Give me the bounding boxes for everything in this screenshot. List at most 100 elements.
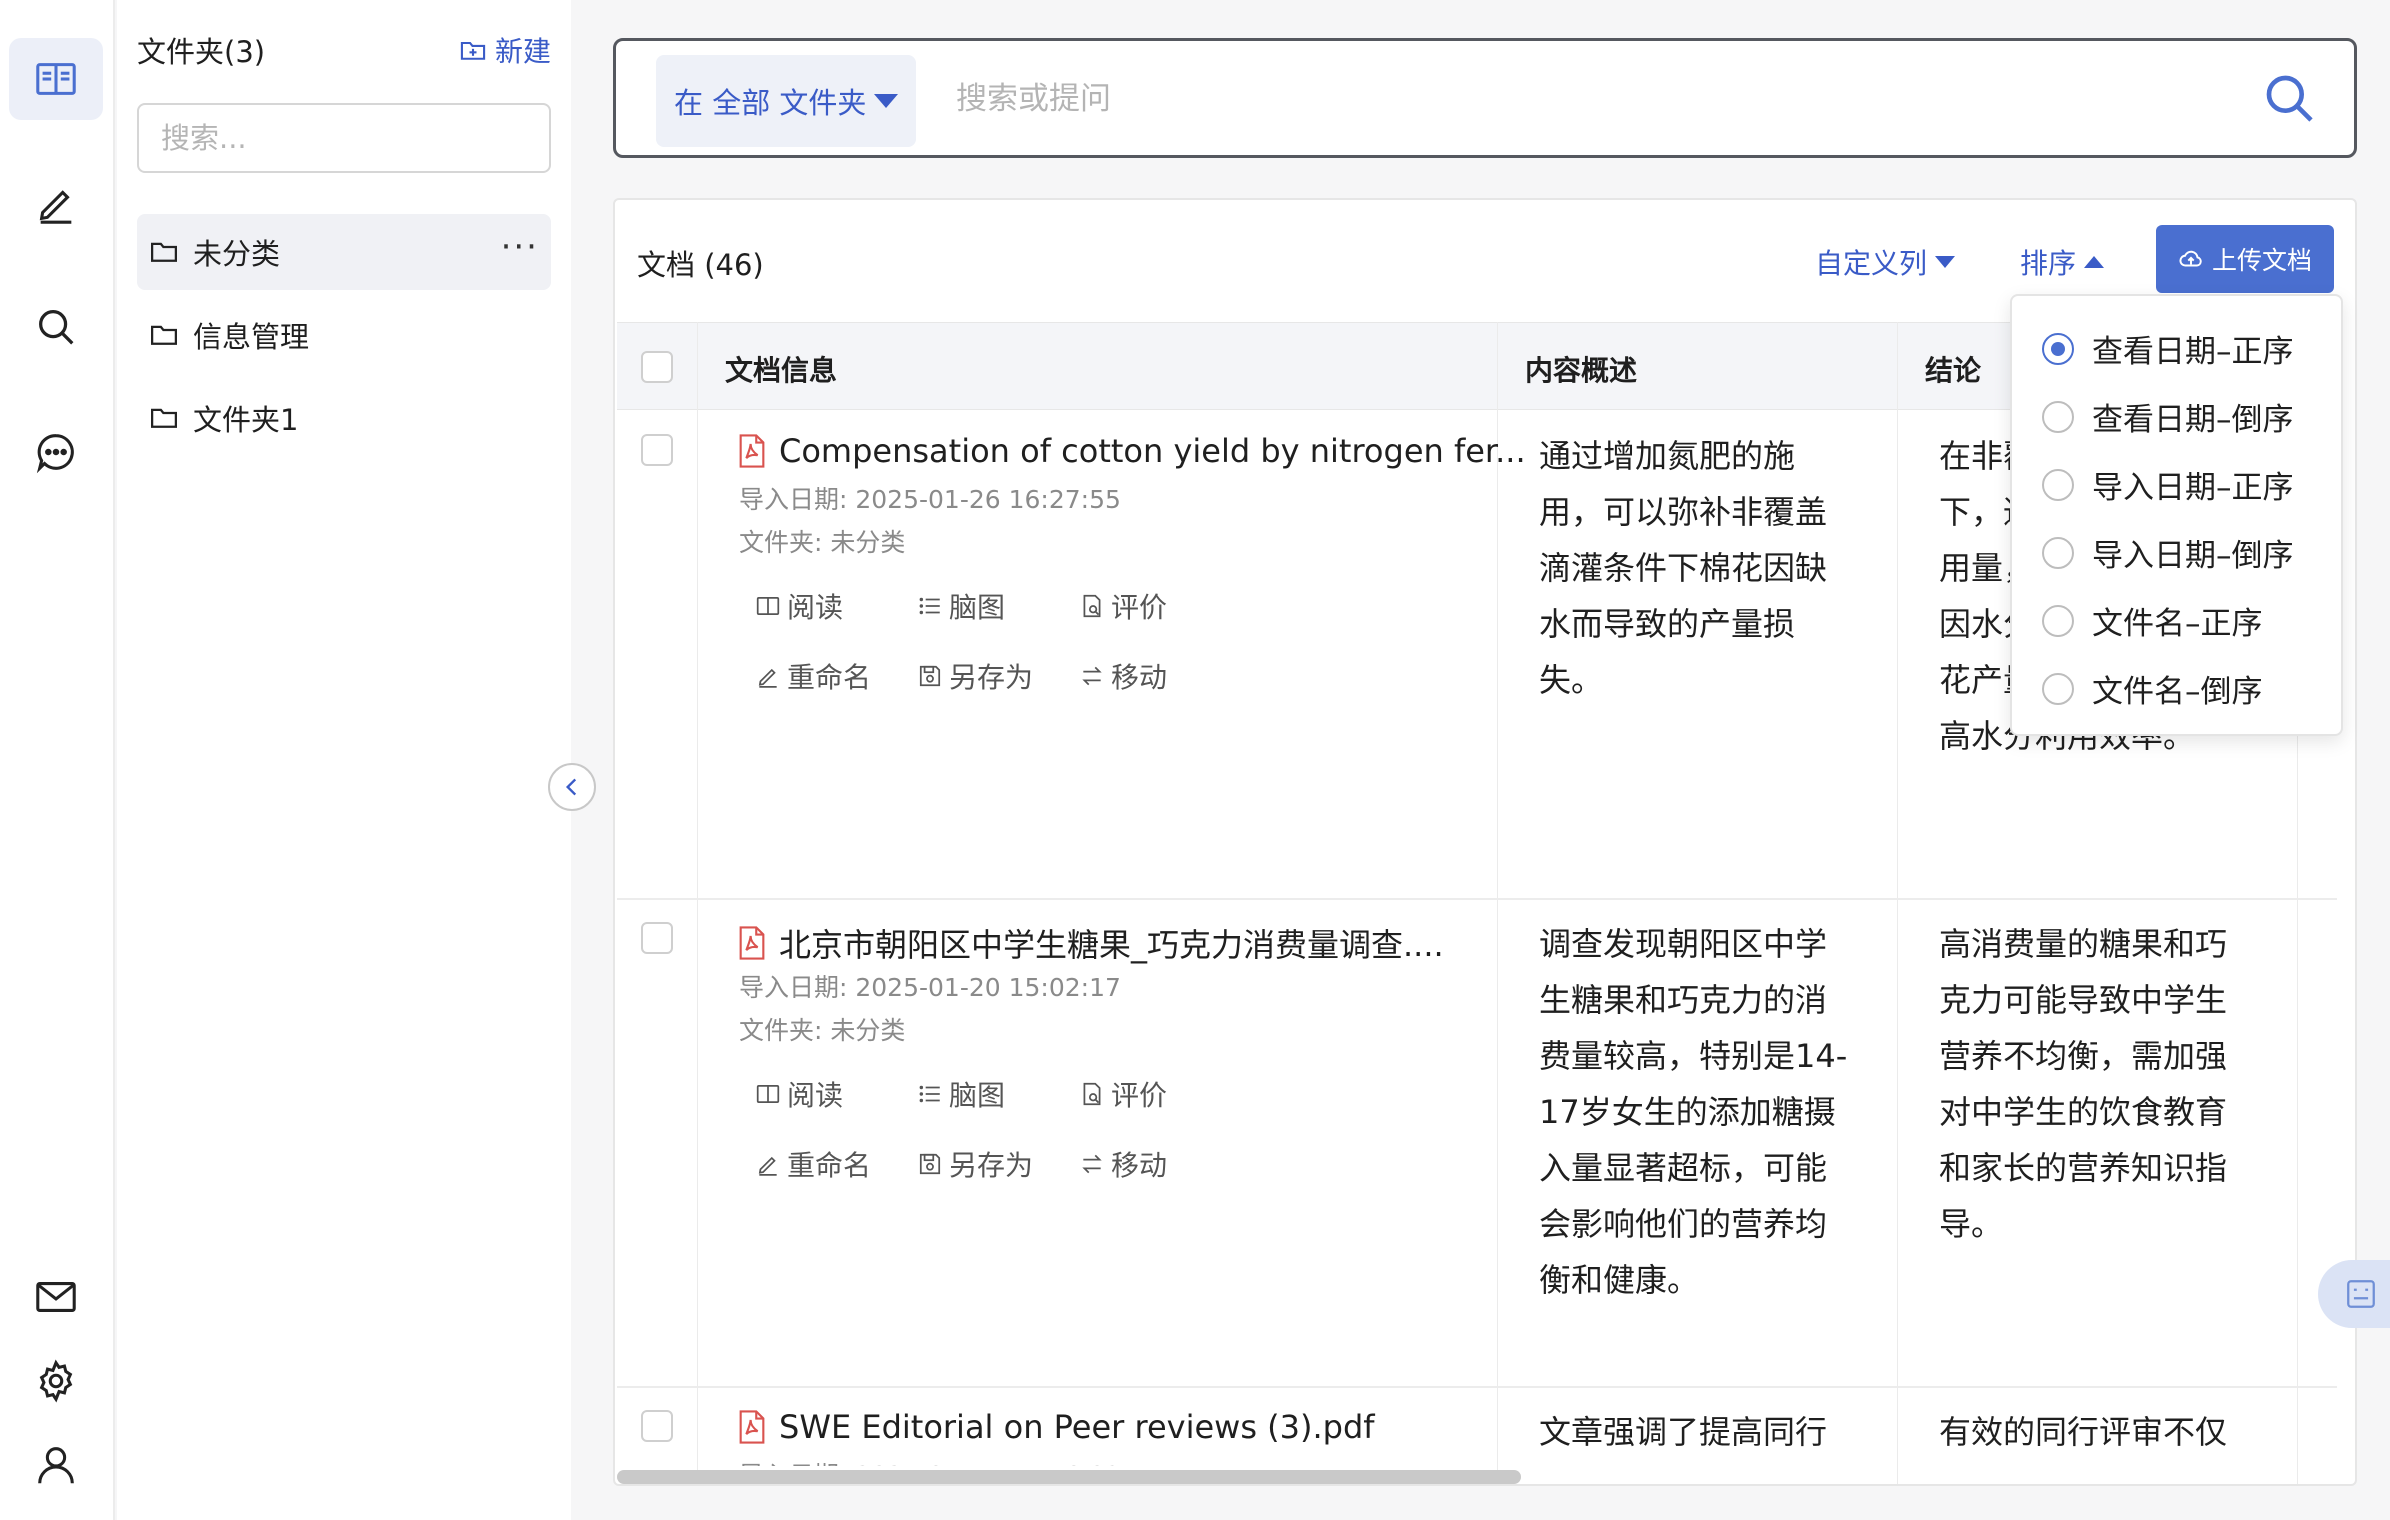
rail-write-button[interactable] (9, 162, 103, 244)
summary-cell: 文章强调了提高同行 (1539, 1404, 1827, 1460)
list-icon (919, 1085, 940, 1103)
sort-option-label: 文件名–倒序 (2092, 674, 2263, 710)
pdf-icon (739, 1410, 765, 1444)
move-button[interactable]: 移动 (1079, 1144, 1167, 1184)
radio-unselected[interactable] (2042, 468, 2074, 501)
rename-label: 重命名 (787, 661, 872, 694)
move-label: 移动 (1111, 661, 1168, 694)
horizontal-scrollbar[interactable] (615, 1468, 2355, 1484)
folder-item-label: 信息管理 (193, 320, 310, 354)
rename-button[interactable]: 重命名 (755, 656, 871, 696)
summary-line: 费量较高，特别是14- (1539, 1037, 1848, 1075)
pdf-icon (739, 434, 765, 468)
document-title: 北京市朝阳区中学生糖果_巧克力消费量调查.... (779, 926, 1444, 964)
pen-icon (39, 190, 72, 224)
radio-unselected[interactable] (2042, 672, 2074, 705)
collapse-panel-button[interactable] (548, 763, 596, 811)
search-scope-dropdown[interactable]: 在 全部 文件夹 (656, 55, 916, 147)
read-label: 阅读 (787, 1079, 844, 1112)
search-icon[interactable] (2262, 71, 2318, 127)
row-checkbox[interactable] (641, 1410, 673, 1442)
review-button[interactable]: 评价 (1079, 586, 1167, 626)
main-search-input[interactable] (956, 61, 2206, 137)
rail-settings-button[interactable] (9, 1340, 103, 1422)
read-button[interactable]: 阅读 (755, 1074, 843, 1114)
mindmap-button[interactable]: 脑图 (917, 1074, 1005, 1114)
save-as-button[interactable]: 另存为 (917, 656, 1033, 696)
custom-columns-button[interactable]: 自定义列 (1815, 242, 1956, 282)
review-icon (1083, 1082, 1101, 1106)
rename-button[interactable]: 重命名 (755, 1144, 871, 1184)
document-title: SWE Editorial on Peer reviews (3).pdf (779, 1408, 1375, 1446)
conclusion-line: 和家长的营养知识指 (1939, 1149, 2228, 1187)
conclusion-line: 克力可能导致中学生 (1939, 981, 2228, 1019)
document-title-link[interactable]: SWE Editorial on Peer reviews (3).pdf (737, 1408, 1375, 1446)
document-title-link[interactable]: Compensation of cotton yield by nitrogen… (737, 432, 1526, 470)
summary-line: 衡和健康。 (1539, 1261, 1700, 1299)
sort-option-view-date-desc[interactable]: 查看日期–倒序 (2042, 394, 2294, 439)
folder-panel: 文件夹(3) 新建 未分类 ··· 信息管理 文件夹1 (117, 0, 571, 1520)
folder-search-input[interactable] (137, 103, 551, 173)
pen-icon (758, 668, 777, 688)
row-checkbox[interactable] (641, 434, 673, 466)
folder-panel-header: 文件夹(3) 新建 (137, 30, 551, 70)
pdf-icon (739, 926, 765, 960)
document-title-link[interactable]: 北京市朝阳区中学生糖果_巧克力消费量调查.... (737, 920, 1444, 966)
folder-item-info-management[interactable]: 信息管理 (137, 297, 551, 373)
floating-assistant-button[interactable] (2318, 1260, 2390, 1328)
conclusion-line: 营养不均衡，需加强 (1939, 1037, 2228, 1075)
sort-label: 排序 (2020, 247, 2077, 280)
review-button[interactable]: 评价 (1079, 1074, 1167, 1114)
new-folder-button[interactable]: 新建 (459, 30, 551, 70)
read-button[interactable]: 阅读 (755, 586, 843, 626)
move-label: 移动 (1111, 1149, 1168, 1182)
summary-line: 滴灌条件下棉花因缺 (1539, 549, 1828, 587)
review-label: 评价 (1111, 591, 1168, 624)
sort-option-label: 导入日期–正序 (2092, 470, 2294, 506)
sort-option-view-date-asc[interactable]: 查看日期–正序 (2042, 326, 2294, 371)
folder-more-button[interactable]: ··· (501, 230, 539, 264)
mindmap-button[interactable]: 脑图 (917, 586, 1005, 626)
caret-up-icon (2084, 256, 2105, 268)
radio-unselected[interactable] (2042, 400, 2074, 433)
folder-item-uncategorized[interactable]: 未分类 ··· (137, 214, 551, 290)
table-row: 北京市朝阳区中学生糖果_巧克力消费量调查.... 导入日期: 2025-01-2… (617, 898, 2337, 1388)
conclusion-cell: 高消费量的糖果和巧 克力可能导致中学生 营养不均衡，需加强 对中学生的饮食教育 … (1939, 916, 2227, 1252)
sort-option-import-date-desc[interactable]: 导入日期–倒序 (2042, 530, 2294, 575)
save-icon (919, 665, 941, 687)
column-header: 结论 (1925, 354, 1982, 387)
book-icon (756, 597, 780, 615)
save-as-button[interactable]: 另存为 (917, 1144, 1033, 1184)
rail-docs-button[interactable] (9, 38, 103, 120)
sort-option-import-date-asc[interactable]: 导入日期–正序 (2042, 462, 2294, 507)
scrollbar-thumb[interactable] (617, 1470, 1521, 1484)
rail-profile-button[interactable] (9, 1424, 103, 1506)
sort-button[interactable]: 排序 (2020, 242, 2105, 282)
summary-line: 通过增加氮肥的施 (1539, 437, 1796, 475)
rail-search-button[interactable] (9, 286, 103, 368)
table-row: SWE Editorial on Peer reviews (3).pdf 导入… (617, 1386, 2337, 1466)
sort-option-filename-desc[interactable]: 文件名–倒序 (2042, 666, 2263, 711)
radio-unselected[interactable] (2042, 604, 2074, 637)
summary-line: 入量显著超标，可能 (1539, 1149, 1828, 1187)
conclusion-line: 对中学生的饮食教育 (1939, 1093, 2228, 1131)
summary-line: 调查发现朝阳区中学 (1539, 925, 1828, 963)
nav-rail (0, 0, 115, 1520)
rail-mail-button[interactable] (9, 1256, 103, 1338)
documents-title: 文档 (46) (637, 248, 764, 282)
upload-document-button[interactable]: 上传文档 (2156, 225, 2334, 293)
conclusion-line: 有效的同行评审不仅 (1939, 1413, 2228, 1451)
folder-label: 文件夹: 未分类 (739, 528, 906, 557)
folder-item-folder1[interactable]: 文件夹1 (137, 380, 551, 456)
select-all-checkbox[interactable] (641, 351, 673, 383)
radio-selected[interactable] (2042, 332, 2074, 365)
row-checkbox[interactable] (641, 922, 673, 954)
search-scope-label: 在 全部 文件夹 (674, 86, 867, 120)
sort-option-label: 查看日期–正序 (2092, 334, 2294, 370)
radio-unselected[interactable] (2042, 536, 2074, 569)
rail-chat-button[interactable] (9, 411, 103, 493)
move-button[interactable]: 移动 (1079, 656, 1167, 696)
sort-option-filename-asc[interactable]: 文件名–正序 (2042, 598, 2263, 643)
book-icon (36, 63, 76, 95)
pen-icon (758, 1156, 777, 1176)
